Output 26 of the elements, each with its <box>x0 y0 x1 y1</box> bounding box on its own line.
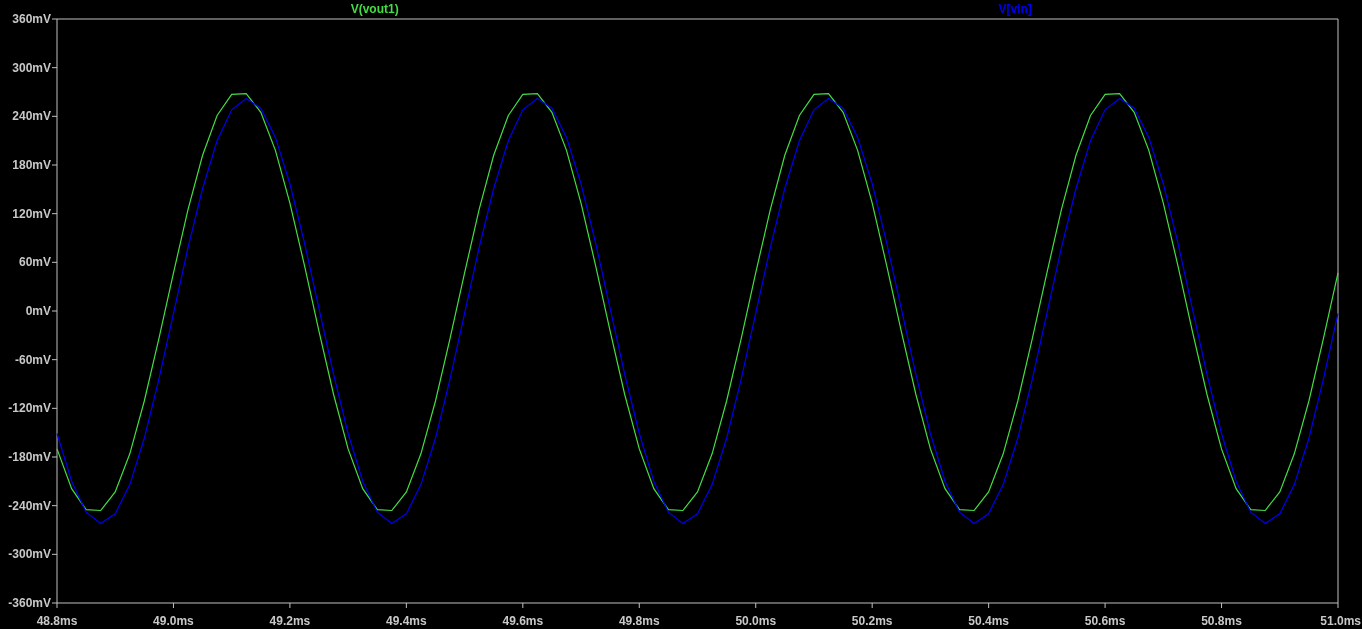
y-tick-label: 120mV <box>12 206 51 221</box>
y-tick-label: -360mV <box>8 596 51 610</box>
y-tick-label: 0mV <box>25 304 51 318</box>
x-tick-label: 49.6ms <box>502 614 544 628</box>
x-tick-label: 49.2ms <box>269 614 311 628</box>
y-tick-label: -300mV <box>8 547 51 562</box>
y-tick-label: -60mV <box>14 352 51 367</box>
y-tick-label: 60mV <box>18 255 51 270</box>
x-tick-label: 51.0ms <box>1320 614 1361 628</box>
y-tick-label: 360mV <box>12 12 51 26</box>
x-tick-label: 48.8ms <box>36 614 78 628</box>
y-tick-label: -180mV <box>8 450 51 464</box>
y-tick-label: 240mV <box>12 109 51 124</box>
x-tick-label: 50.4ms <box>968 614 1009 628</box>
x-tick-label: 50.6ms <box>1084 614 1126 628</box>
x-tick-label: 49.8ms <box>618 614 660 628</box>
y-tick-label: -240mV <box>8 498 51 513</box>
trace-label[interactable]: V(vout1) <box>350 2 399 16</box>
x-tick-label: 50.8ms <box>1201 614 1242 628</box>
y-tick-label: 180mV <box>12 158 51 172</box>
y-tick-label: -120mV <box>8 401 51 416</box>
x-tick-label: 49.4ms <box>386 614 427 628</box>
x-tick-label: 50.2ms <box>851 614 893 628</box>
x-tick-label: 50.0ms <box>735 614 777 628</box>
x-tick-label: 49.0ms <box>153 614 194 628</box>
y-tick-label: 300mV <box>12 60 51 75</box>
